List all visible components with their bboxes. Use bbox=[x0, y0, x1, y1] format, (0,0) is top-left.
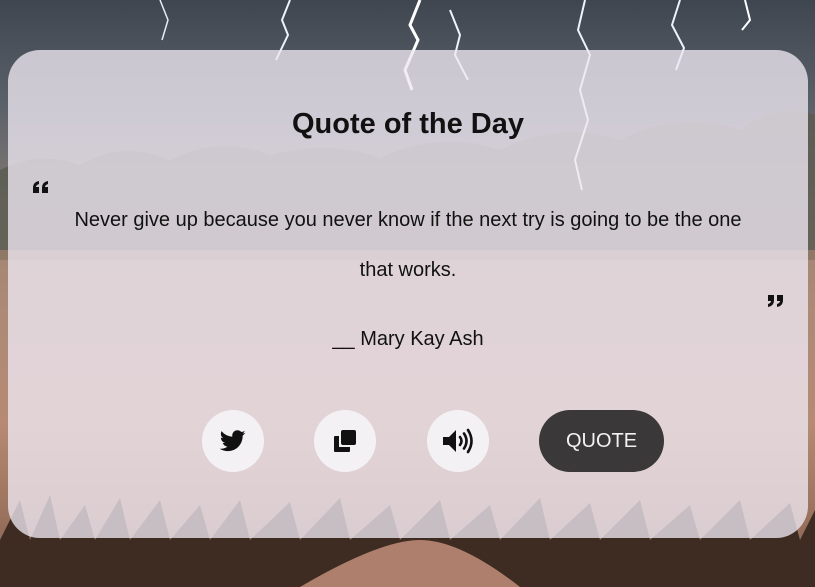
quote-card: Quote of the Day Never give up because y… bbox=[8, 50, 808, 538]
quote-text: Never give up because you never know if … bbox=[74, 209, 742, 281]
volume-icon bbox=[443, 428, 473, 454]
new-quote-button[interactable]: QUOTE bbox=[539, 410, 664, 472]
quote-author: __ Mary Kay Ash bbox=[332, 328, 484, 350]
copy-icon bbox=[334, 430, 356, 452]
copy-button[interactable] bbox=[314, 410, 376, 472]
card-title: Quote of the Day bbox=[291, 108, 524, 140]
quote-open-icon bbox=[33, 181, 48, 193]
tweet-button[interactable] bbox=[202, 410, 264, 472]
twitter-icon bbox=[220, 430, 246, 452]
speak-button[interactable] bbox=[427, 410, 489, 472]
quote-close-icon bbox=[768, 295, 783, 307]
